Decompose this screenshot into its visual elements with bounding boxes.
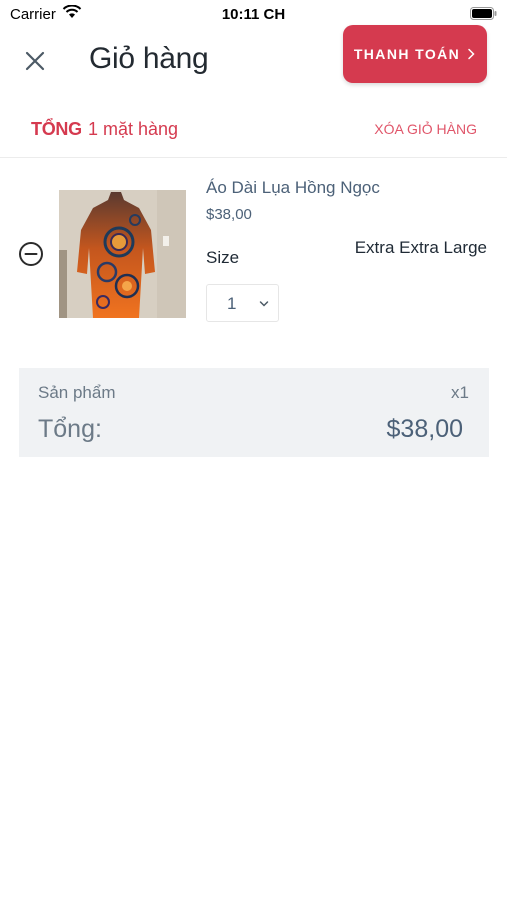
battery-icon [470, 7, 497, 20]
item-count: 1 mặt hàng [88, 119, 179, 139]
close-button[interactable] [20, 46, 50, 76]
status-time: 10:11 CH [221, 6, 286, 23]
product-name[interactable]: Áo Dài Lụa Hồng Ngọc [206, 178, 380, 198]
checkout-button[interactable]: THANH TOÁN [343, 25, 487, 83]
chevron-down-icon [259, 301, 269, 307]
size-label: Size [206, 248, 240, 267]
grand-total-value: $38,00 [386, 415, 463, 443]
total-label: TỔNG [31, 119, 82, 139]
ao-dai-photo [59, 190, 186, 318]
totals-panel: Sản phẩm x1 Tổng: $38,00 [19, 368, 489, 457]
status-bar: Carrier 10:11 CH [0, 0, 507, 28]
products-quantity: x1 [451, 383, 469, 402]
remove-circle-icon [19, 242, 43, 266]
remove-item-button[interactable] [18, 241, 44, 267]
cart-summary-row: TỔNG 1 mặt hàng XÓA GIỎ HÀNG [0, 106, 507, 158]
clear-cart-button[interactable]: XÓA GIỎ HÀNG [374, 121, 477, 137]
close-icon [25, 51, 45, 71]
quantity-select[interactable]: 1 [206, 284, 279, 322]
quantity-value: 1 [227, 294, 237, 313]
product-image[interactable] [59, 190, 186, 318]
product-price: $38,00 [206, 206, 252, 223]
chevron-right-icon [468, 48, 475, 60]
size-value: Extra Extra Large [354, 238, 487, 257]
products-label: Sản phẩm [38, 383, 116, 402]
grand-total-label: Tổng: [38, 415, 102, 443]
checkout-button-label: THANH TOÁN [353, 46, 461, 62]
page-title: Giỏ hàng [89, 42, 209, 75]
